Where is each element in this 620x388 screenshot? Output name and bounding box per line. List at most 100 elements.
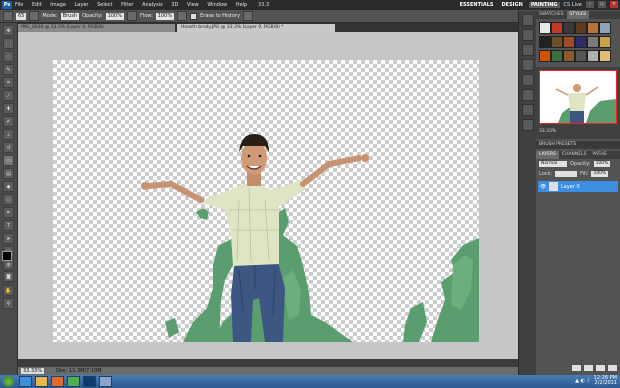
workspace-essentials[interactable]: ESSENTIALS [458, 2, 496, 8]
navigator-thumbnail[interactable] [539, 70, 617, 124]
fill-field[interactable]: 100% [591, 171, 609, 177]
layer-opacity-field[interactable]: 100% [593, 161, 611, 167]
close-icon[interactable]: × [610, 1, 618, 8]
eye-icon[interactable]: 👁 [540, 184, 546, 190]
opacity-field[interactable]: 100% [105, 12, 124, 20]
brush-panel-icon[interactable] [29, 11, 40, 21]
style-swatch[interactable] [563, 22, 575, 34]
navigator-zoom[interactable]: 33.33% [539, 129, 556, 134]
erase-to-history-checkbox[interactable] [190, 12, 198, 20]
path-selection-tool-icon[interactable]: ➤ [3, 233, 14, 244]
menu-3d[interactable]: 3D [171, 2, 178, 8]
zoom-level-field[interactable]: 33.33% [21, 368, 45, 374]
menu-filter[interactable]: Filter [121, 2, 133, 8]
airbrush-icon[interactable] [177, 11, 188, 21]
cs-live-button[interactable]: CS Live [564, 2, 582, 8]
layer-row[interactable]: 👁 Layer 0 [538, 181, 618, 192]
style-swatch[interactable] [563, 36, 575, 48]
style-swatch[interactable] [539, 50, 551, 62]
link-layers-icon[interactable] [572, 365, 581, 371]
restore-icon[interactable]: ▫ [598, 1, 606, 8]
document-canvas[interactable] [53, 60, 479, 342]
photoshop-taskbar-icon[interactable] [83, 376, 96, 387]
layer-name[interactable]: Layer 0 [561, 184, 580, 190]
media-player-taskbar-icon[interactable] [51, 376, 64, 387]
style-swatch[interactable] [587, 36, 599, 48]
canvas-area[interactable] [18, 32, 536, 359]
new-layer-icon[interactable] [596, 365, 605, 371]
tab-swatches[interactable]: SWATCHES [536, 11, 567, 19]
menu-view[interactable]: View [187, 2, 199, 8]
mode-select[interactable]: Brush [60, 12, 80, 20]
brush-presets-header[interactable]: BRUSH PRESETS [536, 141, 620, 149]
history-brush-tool-icon[interactable]: ↺ [3, 142, 14, 153]
workspace-design[interactable]: DESIGN [500, 2, 525, 8]
explorer-taskbar-icon[interactable] [35, 376, 48, 387]
tray-icons[interactable]: ▲ ◐ ♪ [575, 378, 590, 384]
character-panel-icon[interactable] [522, 119, 534, 131]
style-swatch[interactable] [539, 36, 551, 48]
type-tool-icon[interactable]: T [3, 220, 14, 231]
app-taskbar-icon[interactable] [99, 376, 112, 387]
clock[interactable]: 12:26 PM 2/2/2011 [594, 376, 617, 386]
eyedropper-tool-icon[interactable]: ⁄ [3, 90, 14, 101]
zoom-field[interactable]: 33.3 [258, 2, 269, 8]
document-size-info[interactable]: Doc: 11.3M/7.10M [56, 368, 102, 374]
history-panel-icon[interactable] [522, 14, 534, 26]
info-panel-icon[interactable] [522, 104, 534, 116]
eraser-tool-icon[interactable]: ▭ [3, 155, 14, 166]
blur-tool-icon[interactable]: ◆ [3, 181, 14, 192]
style-swatch[interactable] [551, 50, 563, 62]
healing-brush-tool-icon[interactable]: ✚ [3, 103, 14, 114]
menu-select[interactable]: Select [97, 2, 112, 8]
marquee-tool-icon[interactable]: ⬚ [3, 38, 14, 49]
minimize-icon[interactable]: – [586, 1, 594, 8]
tab-paths[interactable]: PATHS [589, 151, 609, 159]
clone-source-panel-icon[interactable] [522, 59, 534, 71]
menu-help[interactable]: Help [236, 2, 247, 8]
style-swatch[interactable] [587, 22, 599, 34]
style-swatch[interactable] [575, 36, 587, 48]
style-swatch[interactable] [551, 36, 563, 48]
style-swatch[interactable] [587, 50, 599, 62]
dodge-tool-icon[interactable]: ○ [3, 194, 14, 205]
hand-tool-icon[interactable]: ✋ [3, 285, 14, 296]
quick-mask-icon[interactable]: ◙ [3, 271, 14, 282]
brush-size-picker[interactable]: 65 [16, 12, 27, 20]
pen-tool-icon[interactable]: ✒ [3, 207, 14, 218]
adjustments-panel-icon[interactable] [522, 74, 534, 86]
brush-panel-icon[interactable] [522, 44, 534, 56]
pressure-size-icon[interactable] [243, 11, 254, 21]
flow-field[interactable]: 100% [155, 12, 175, 20]
tab-heasth-brody[interactable]: Heasth brody.JPG @ 33.3% (Layer 0, RGB/8… [177, 24, 335, 32]
style-swatch[interactable] [551, 22, 563, 34]
pressure-opacity-icon[interactable] [126, 11, 137, 21]
menu-window[interactable]: Window [207, 2, 227, 8]
blend-mode-select[interactable]: Normal [539, 161, 567, 167]
style-swatch[interactable] [563, 50, 575, 62]
style-swatch[interactable] [599, 50, 611, 62]
lock-icons[interactable] [555, 171, 578, 177]
tab-styles[interactable]: STYLES [566, 11, 590, 19]
clone-stamp-tool-icon[interactable]: ⊥ [3, 129, 14, 140]
tab-layers[interactable]: LAYERS [536, 151, 559, 159]
trash-icon[interactable] [608, 365, 617, 371]
zoom-tool-icon[interactable]: ⚲ [3, 298, 14, 309]
crop-tool-icon[interactable]: ⌗ [3, 77, 14, 88]
lasso-tool-icon[interactable]: ◌ [3, 51, 14, 62]
style-swatch[interactable] [575, 22, 587, 34]
ie-taskbar-icon[interactable] [19, 376, 32, 387]
menu-file[interactable]: File [15, 2, 23, 8]
menu-image[interactable]: Image [50, 2, 66, 8]
layer-style-icon[interactable] [584, 365, 593, 371]
style-swatch[interactable] [599, 22, 611, 34]
masks-panel-icon[interactable] [522, 89, 534, 101]
style-swatch[interactable] [599, 36, 611, 48]
move-tool-icon[interactable]: ✥ [3, 25, 14, 36]
chrome-taskbar-icon[interactable] [67, 376, 80, 387]
foreground-color-swatch[interactable] [2, 251, 12, 261]
workspace-painting[interactable]: PAINTING [528, 1, 560, 8]
style-swatch[interactable] [539, 22, 551, 34]
menu-analysis[interactable]: Analysis [142, 2, 163, 8]
quick-select-tool-icon[interactable]: ✎ [3, 64, 14, 75]
